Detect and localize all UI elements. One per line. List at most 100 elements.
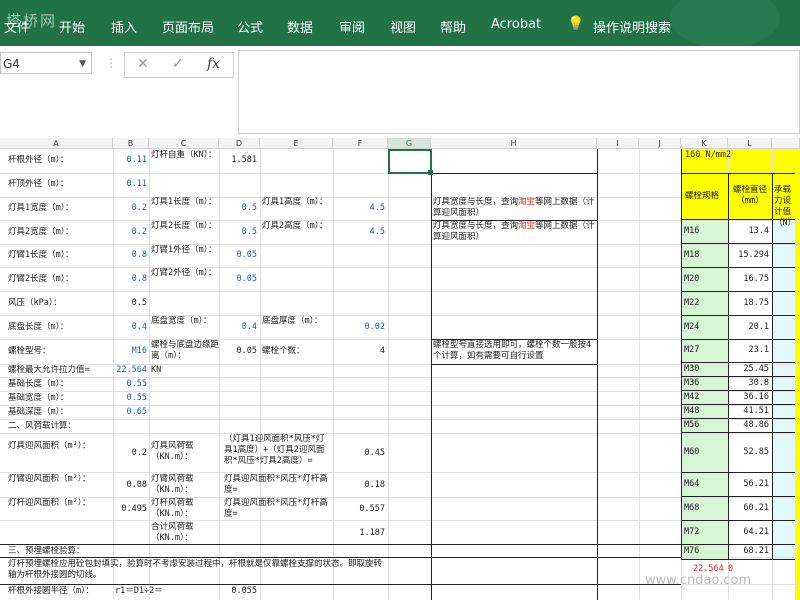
check-icon[interactable]: ✓ bbox=[172, 56, 184, 72]
cell-k1[interactable]: 160 N/mm2 bbox=[685, 150, 731, 161]
cell-a10[interactable]: 螺栓最大允许拉力值= bbox=[8, 365, 90, 376]
cell-a1[interactable]: 杆根外径（m）： bbox=[8, 155, 68, 166]
cell-d21[interactable]: 0.055 bbox=[219, 586, 257, 597]
bolt-diameter[interactable]: 36.16 bbox=[728, 392, 769, 403]
cell-f8[interactable]: 0.02 bbox=[333, 322, 385, 333]
col-header-h[interactable]: H bbox=[431, 138, 597, 149]
tab-file[interactable]: 文件 bbox=[4, 17, 30, 36]
cell-e8[interactable]: 底盘厚度（m）： bbox=[262, 316, 332, 327]
fx-icon[interactable]: fx bbox=[207, 56, 220, 72]
col-header-c[interactable]: C bbox=[149, 138, 219, 149]
cell-c10[interactable]: KN bbox=[151, 365, 161, 376]
bolt-spec[interactable]: M42 bbox=[684, 392, 699, 403]
bolt-diameter[interactable]: 16.75 bbox=[728, 274, 769, 285]
bolt-spec[interactable]: M48 bbox=[684, 406, 699, 417]
col-header-e[interactable]: E bbox=[260, 138, 333, 149]
cell-e17[interactable]: 灯具迎风面积*风压*灯杆高度= bbox=[224, 498, 332, 520]
cell-a9[interactable]: 螺栓型号： bbox=[8, 346, 51, 357]
cell-a21[interactable]: 杆根外接圆半径（m）： bbox=[8, 586, 94, 597]
cell-a2[interactable]: 杆顶外径（m）： bbox=[8, 179, 68, 190]
cell-c16[interactable]: 灯臂风荷载（KN.m）： bbox=[151, 474, 217, 496]
bolt-spec[interactable]: M27 bbox=[684, 345, 699, 356]
selected-cell-g4[interactable] bbox=[388, 149, 433, 175]
tab-insert[interactable]: 插入 bbox=[111, 17, 137, 36]
bolt-spec[interactable]: M76 bbox=[684, 546, 699, 557]
cell-b3[interactable]: 0.2 bbox=[113, 203, 147, 214]
tab-home[interactable]: 开始 bbox=[59, 17, 85, 36]
bolt-spec[interactable]: M36 bbox=[684, 378, 699, 389]
tab-formulas[interactable]: 公式 bbox=[237, 17, 263, 36]
cell-b17[interactable]: 0.495 bbox=[113, 504, 147, 515]
cell-h4[interactable]: 灯具宽度与长度，查询淘宝等网上数据（计算迎风面积） bbox=[433, 221, 595, 243]
cell-a19[interactable]: 三、预埋螺栓验算： bbox=[8, 546, 85, 557]
tab-data[interactable]: 数据 bbox=[287, 17, 313, 36]
col-header-f[interactable]: F bbox=[333, 138, 388, 149]
tab-page-layout[interactable]: 页面布局 bbox=[162, 17, 214, 36]
cell-b12[interactable]: 0.55 bbox=[113, 393, 147, 404]
cell-a7[interactable]: 风压（kPa）： bbox=[8, 298, 62, 309]
cell-f18[interactable]: 1.187 bbox=[333, 528, 385, 539]
cell-c5[interactable]: 灯臂1外径（m）： bbox=[151, 245, 217, 256]
cell-b21[interactable]: r1＝D1÷2＝ bbox=[115, 586, 163, 597]
col-header-i[interactable]: I bbox=[597, 138, 639, 149]
cell-d3[interactable]: 0.5 bbox=[219, 203, 257, 214]
col-header-k[interactable]: K bbox=[681, 138, 728, 149]
cell-a16[interactable]: 灯臂迎风面积（m²）： bbox=[8, 474, 112, 485]
cell-e4[interactable]: 灯具2高度（m）： bbox=[262, 221, 332, 232]
cell-c15[interactable]: 灯具风荷载（KN.m）： bbox=[151, 441, 217, 463]
cell-f15[interactable]: 0.45 bbox=[333, 448, 385, 459]
cell-a5[interactable]: 灯臂1长度（m）： bbox=[8, 250, 74, 261]
formula-input[interactable] bbox=[238, 50, 800, 134]
cell-f9[interactable]: 4 bbox=[333, 346, 385, 357]
cell-c18[interactable]: 合计风荷载（KN.m）： bbox=[151, 522, 217, 544]
bolt-header-spec[interactable]: 螺栓规格 bbox=[685, 191, 719, 202]
cell-a6[interactable]: 灯臂2长度（m）： bbox=[8, 274, 74, 285]
bolt-diameter[interactable]: 60.21 bbox=[728, 503, 769, 514]
bolt-spec[interactable]: M30 bbox=[684, 364, 699, 375]
bolt-diameter[interactable]: 48.86 bbox=[728, 420, 769, 431]
bolt-diameter[interactable]: 20.1 bbox=[728, 322, 769, 333]
cell-a14[interactable]: 二、风荷载计算： bbox=[8, 421, 76, 432]
cell-b5[interactable]: 0.8 bbox=[113, 250, 147, 261]
cell-a17[interactable]: 灯杆迎风面积（m²）： bbox=[8, 498, 112, 509]
cell-a15[interactable]: 灯具迎风面积（m²）： bbox=[8, 441, 112, 452]
cell-b2[interactable]: 0.11 bbox=[113, 179, 147, 190]
cell-b6[interactable]: 0.8 bbox=[113, 274, 147, 285]
cell-a11[interactable]: 基础长度（m）： bbox=[8, 379, 68, 390]
cell-c9[interactable]: 螺栓与底盘边缘距离（m）： bbox=[151, 340, 219, 362]
cell-a4[interactable]: 灯具2宽度（m）： bbox=[8, 227, 74, 238]
chevron-down-icon[interactable]: ▼ bbox=[79, 53, 86, 75]
cell-b13[interactable]: 0.65 bbox=[113, 407, 147, 418]
tab-acrobat[interactable]: Acrobat bbox=[491, 17, 541, 32]
cell-h3[interactable]: 灯具宽度与长度，查询淘宝等网上数据（计算迎风面积） bbox=[433, 197, 595, 219]
cell-b9[interactable]: M16 bbox=[113, 346, 147, 357]
cell-a3[interactable]: 灯具1宽度（m）： bbox=[8, 203, 74, 214]
cancel-icon[interactable]: ✕ bbox=[137, 56, 149, 72]
sheet-grid[interactable]: 杆根外径（m）： 0.11 灯杆自重（KN）： 1.581 160 N/mm2 … bbox=[0, 149, 800, 600]
bolt-spec[interactable]: M18 bbox=[684, 250, 699, 261]
bolt-diameter[interactable]: 68.21 bbox=[728, 546, 769, 557]
cell-a13[interactable]: 基础深度（m）： bbox=[8, 407, 68, 418]
cell-a8[interactable]: 底盘长度（m）： bbox=[8, 322, 68, 333]
col-header-j[interactable]: J bbox=[639, 138, 681, 149]
bolt-diameter[interactable]: 41.51 bbox=[728, 406, 769, 417]
cell-b7[interactable]: 0.5 bbox=[113, 298, 147, 309]
cell-a12[interactable]: 基础宽度（m）： bbox=[8, 393, 68, 404]
cell-b11[interactable]: 0.55 bbox=[113, 379, 147, 390]
col-header-g[interactable]: G bbox=[388, 138, 431, 149]
bolt-spec[interactable]: M56 bbox=[684, 420, 699, 431]
cell-b8[interactable]: 0.4 bbox=[113, 322, 147, 333]
cell-b15[interactable]: 0.2 bbox=[113, 448, 147, 459]
cell-c6[interactable]: 灯臂2外径（m）： bbox=[151, 268, 217, 279]
cell-b4[interactable]: 0.2 bbox=[113, 227, 147, 238]
cell-c4[interactable]: 灯具2长度（m）： bbox=[151, 221, 217, 232]
cell-e16[interactable]: 灯具迎风面积*风压*灯杆高度= bbox=[224, 474, 332, 496]
bolt-diameter[interactable]: 18.75 bbox=[728, 298, 769, 309]
cell-h9[interactable]: 螺栓型号直接选用即可，螺栓个数一般按4个计算，如有需要可自行设置 bbox=[433, 340, 595, 362]
cell-f16[interactable]: 0.18 bbox=[333, 480, 385, 491]
bolt-diameter[interactable]: 13.4 bbox=[728, 226, 769, 237]
cell-f3[interactable]: 4.5 bbox=[333, 203, 385, 214]
drag-handle-icon[interactable]: ⋮ bbox=[105, 56, 117, 70]
fill-handle[interactable] bbox=[428, 170, 433, 175]
bolt-spec[interactable]: M72 bbox=[684, 527, 699, 538]
